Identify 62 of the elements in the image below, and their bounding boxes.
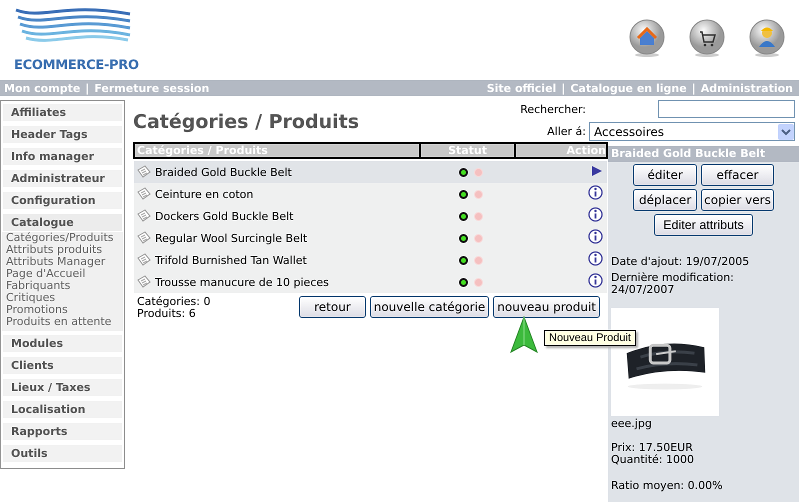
logo-text: ECOMMERCE-PRO (14, 58, 139, 73)
submenu-link[interactable]: Promotions (6, 304, 123, 316)
sidebar-item[interactable]: Header Tags (2, 125, 123, 144)
action-button[interactable]: déplacer (633, 189, 698, 211)
submenu-link[interactable]: Produits en attente (6, 316, 123, 328)
file-name: eee.jpg (610, 418, 653, 430)
info-icon[interactable] (588, 229, 603, 244)
page-title: Catégories / Produits (133, 111, 360, 135)
cart-icon[interactable] (689, 18, 725, 58)
document-icon (136, 274, 151, 290)
play-arrow-icon[interactable] (591, 164, 603, 176)
count-text: Produits: 6 (137, 308, 196, 320)
separator: | (561, 82, 566, 94)
document-icon (136, 164, 151, 180)
rating-text: Ratio moyen: 0.00% (610, 480, 724, 492)
category-dropdown[interactable]: Accessoires (589, 122, 795, 141)
last-modified-text: Dernière modification: 24/07/2007 (610, 272, 735, 296)
goto-label: Aller á: (547, 125, 586, 138)
separator: | (692, 82, 696, 94)
sidebar-item[interactable]: Modules (2, 334, 123, 353)
submenu-link[interactable]: Attributs produits (6, 244, 123, 256)
sidebar-item[interactable]: Info manager (2, 147, 123, 166)
document-icon (136, 230, 151, 246)
sidebar-item[interactable]: Configuration (2, 191, 123, 210)
info-icon[interactable] (588, 251, 603, 266)
submenu-link[interactable]: Page d'Accueil (6, 268, 123, 280)
submenu-link[interactable]: Catégories/Produits (6, 232, 123, 244)
action-button[interactable]: copier vers (701, 189, 774, 211)
sidebar-item[interactable]: Localisation (2, 400, 123, 419)
document-icon (136, 252, 151, 268)
sidebar-item[interactable]: Clients (2, 356, 123, 375)
separator: | (85, 82, 90, 94)
action-button[interactable]: Editer attributs (654, 214, 753, 236)
info-icon[interactable] (588, 273, 603, 288)
action-button[interactable]: nouvelle catégorie (370, 296, 490, 318)
detail-title: Braided Gold Buckle Belt (608, 146, 799, 162)
submenu-link[interactable]: Attributs Manager (6, 256, 123, 268)
count-text: Catégories: 0 (137, 296, 210, 308)
sidebar-item[interactable]: Outils (2, 444, 123, 463)
sidebar-item[interactable]: Affiliates (2, 103, 123, 122)
submenu-link[interactable]: Critiques (6, 292, 123, 304)
search-field[interactable] (658, 100, 795, 118)
document-icon (136, 186, 151, 202)
user-icon[interactable] (749, 18, 785, 58)
action-button[interactable]: éditer (633, 164, 698, 186)
action-button[interactable]: nouveau produit (493, 296, 600, 318)
sidebar-item[interactable]: Rapports (2, 422, 123, 441)
info-icon[interactable] (588, 207, 603, 222)
document-icon (136, 208, 151, 224)
info-icon[interactable] (588, 185, 603, 200)
sidebar-item[interactable]: Administrateur (2, 169, 123, 188)
date-added-text: Date d'ajout: 19/07/2005 (610, 256, 750, 268)
action-button[interactable]: retour (299, 296, 366, 318)
price-text: Prix: 17.50EUR (610, 442, 694, 454)
action-button[interactable]: effacer (701, 164, 774, 186)
search-label: Rechercher: (520, 102, 586, 116)
tooltip: Nouveau Produit (544, 330, 636, 346)
pointer-cursor-icon (510, 316, 538, 354)
home-icon[interactable] (629, 18, 665, 58)
submenu-link[interactable]: Fabriquants (6, 280, 123, 292)
quantity-text: Quantité: 1000 (610, 454, 695, 466)
sidebar-item[interactable]: Lieux / Taxes (2, 378, 123, 397)
